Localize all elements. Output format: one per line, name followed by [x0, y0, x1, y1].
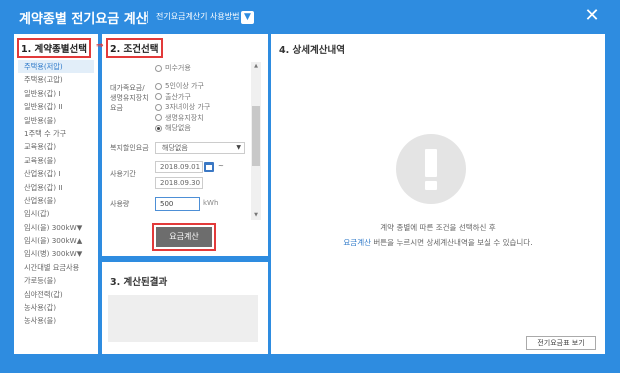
result-title: 3. 계산된결과 — [110, 277, 168, 288]
radio-button[interactable] — [155, 124, 162, 132]
contract-type-item[interactable]: 산업용(갑) I — [18, 167, 94, 180]
step2-label: 2. 조건선택 — [106, 38, 163, 58]
contract-type-item[interactable]: 교육용(을) — [18, 154, 94, 167]
contract-type-item[interactable]: 1주택 수 가구 — [18, 127, 94, 140]
detail-message-line2: 요금계산 버튼을 누르시면 상세계산내역을 보실 수 있습니다. — [271, 237, 605, 248]
calculator-window: 계약종별 전기요금 계산 전기요금계산기 사용방법 ▼ ✕ 1. 계약종별선택 … — [0, 0, 620, 373]
radio-button[interactable] — [155, 114, 162, 121]
calendar-icon[interactable] — [204, 162, 214, 172]
scroll-thumb[interactable] — [252, 106, 260, 166]
contract-type-item[interactable]: 임시(을) 300kW▲ — [18, 234, 94, 247]
contract-type-item[interactable]: 주택용(고압) — [18, 73, 94, 86]
close-icon[interactable]: ✕ — [583, 7, 601, 25]
period-end-input[interactable]: 2018.09.30 — [155, 177, 203, 189]
contract-type-list: 주택용(저압) 주택용(고압) 일반용(갑) I 일반용(갑) II 일반용(을) 1주택… — [18, 60, 94, 328]
detail-message-highlight: 요금계산 — [343, 238, 371, 247]
contract-type-item[interactable]: 산업용(을) — [18, 194, 94, 207]
chevron-down-icon[interactable]: ▼ — [241, 11, 254, 24]
radio-option[interactable]: 생명유지장치 — [155, 113, 204, 123]
title-bar: 계약종별 전기요금 계산 전기요금계산기 사용방법 ▼ ✕ — [0, 0, 620, 34]
radio-label: 3자녀이상 가구 — [165, 103, 211, 111]
window-title: 계약종별 전기요금 계산 — [19, 12, 148, 27]
step1-label: 1. 계약종별선택 — [17, 38, 91, 58]
welfare-select[interactable]: 해당없음 ▼ — [155, 142, 245, 154]
scroll-up-icon[interactable]: ▲ — [251, 62, 261, 71]
radio-option[interactable]: 해당없음 — [155, 123, 191, 133]
contract-type-item[interactable]: 일반용(을) — [18, 114, 94, 127]
contract-type-item[interactable]: 농사용(갑) — [18, 301, 94, 314]
contract-type-item[interactable]: 시간대별 요금사용 — [18, 261, 94, 274]
period-start-input[interactable]: 2018.09.01 — [155, 161, 203, 173]
contract-type-item[interactable]: 주택용(저압) — [18, 60, 94, 74]
condition-scrollbar[interactable]: ▲ ▼ — [251, 62, 261, 220]
contract-type-item[interactable]: 심야전력(갑) — [18, 288, 94, 301]
usage-input[interactable]: 500 — [155, 197, 200, 211]
radio-button[interactable] — [155, 82, 162, 90]
contract-type-item[interactable]: 가로등(을) — [18, 274, 94, 287]
radio-label: 5인이상 가구 — [165, 82, 204, 90]
chevron-down-icon: ▼ — [236, 144, 241, 151]
period-tilde: ~ — [218, 162, 224, 170]
calc-button[interactable]: 요금계산 — [156, 227, 212, 247]
radio-option[interactable]: 5인이상 가구 — [155, 81, 204, 91]
radio-button[interactable] — [155, 103, 162, 111]
radio-label: 생명유지장치 — [165, 113, 204, 122]
welfare-select-value: 해당없음 — [162, 144, 188, 152]
contract-type-item[interactable]: 일반용(갑) II — [18, 100, 94, 113]
contract-type-item[interactable]: 임시(갑) — [18, 207, 94, 220]
discount-label: 대가족요금/ 생명유지장치 요금 — [110, 84, 149, 112]
contract-type-item[interactable]: 일반용(갑) I — [18, 87, 94, 100]
howto-link[interactable]: 전기요금계산기 사용방법 — [156, 11, 240, 22]
usage-label: 사용량 — [110, 200, 130, 208]
rate-table-button[interactable]: 전기요금표 보기 — [526, 336, 596, 350]
contract-type-item[interactable]: 임시(을) 300kW▼ — [18, 221, 94, 234]
contract-type-item[interactable]: 교육용(갑) — [18, 140, 94, 153]
arrow-right-icon: ⇒ — [96, 41, 104, 51]
title-separator — [147, 11, 148, 23]
radio-option[interactable]: 3자녀이상 가구 — [155, 102, 210, 112]
detail-message-rest: 버튼을 누르시면 상세계산내역을 보실 수 있습니다. — [371, 238, 533, 247]
radio-label: 해당없음 — [165, 124, 191, 132]
radio-button[interactable] — [155, 64, 162, 72]
exclamation-icon — [396, 134, 466, 204]
radio-option[interactable]: 출산가구 — [155, 92, 191, 102]
welfare-label: 복지할인요금 — [110, 144, 149, 152]
result-box — [108, 295, 258, 342]
radio-option-partial[interactable]: 미수거용 — [155, 63, 191, 73]
contract-type-item[interactable]: 농사용(을) — [18, 314, 94, 327]
usage-unit: kWh — [203, 199, 219, 207]
radio-label: 미수거용 — [165, 64, 191, 72]
detail-title: 4. 상세계산내역 — [279, 45, 345, 56]
radio-label: 출산가구 — [165, 92, 191, 101]
calc-button-highlight: 요금계산 — [152, 223, 216, 251]
scroll-down-icon[interactable]: ▼ — [251, 211, 261, 220]
period-label: 사용기간 — [110, 170, 136, 178]
detail-message-line1: 계약 종별에 따른 조건을 선택하신 후 — [380, 223, 496, 232]
contract-type-item[interactable]: 산업용(갑) II — [18, 181, 94, 194]
contract-type-item[interactable]: 임시(병) 300kW▼ — [18, 247, 94, 260]
radio-button[interactable] — [155, 93, 162, 100]
